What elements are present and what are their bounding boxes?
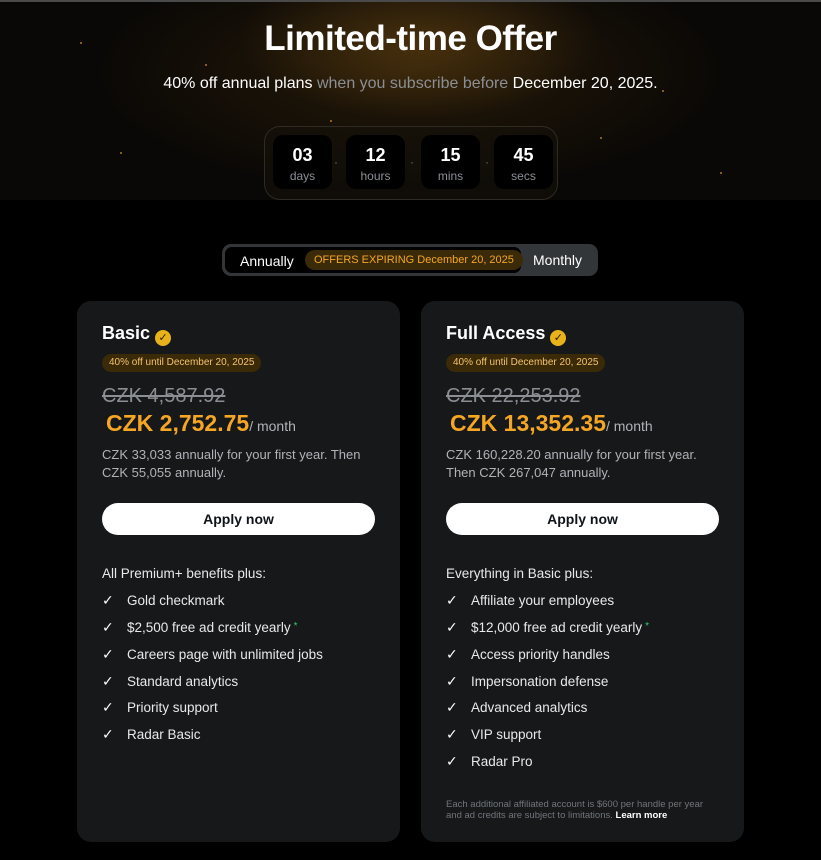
check-icon: ✓ — [446, 592, 458, 608]
billing-period-toggle: Annually OFFERS EXPIRING December 20, 20… — [222, 244, 598, 276]
apply-now-button[interactable]: Apply now — [446, 503, 719, 535]
offer-subtitle: 40% off annual plans when you subscribe … — [0, 75, 821, 93]
features-intro: Everything in Basic plus: — [446, 566, 594, 581]
price-period: / month — [605, 418, 653, 434]
discount-badge: 40% off until December 20, 2025 — [446, 354, 606, 372]
check-icon: ✓ — [102, 726, 114, 742]
feature-label: Priority support — [127, 700, 218, 715]
footnote: Each additional affiliated account is $6… — [446, 799, 721, 821]
feature-label: Impersonation defense — [471, 674, 609, 689]
countdown-days: 03 days — [273, 135, 332, 189]
check-icon: ✓ — [446, 753, 458, 769]
check-icon: ✓ — [102, 619, 114, 635]
discount-badge: 40% off until December 20, 2025 — [102, 354, 262, 372]
feature-label: Radar Basic — [127, 727, 201, 742]
subtitle-date: December 20, 2025. — [512, 75, 658, 92]
check-icon: ✓ — [446, 619, 458, 635]
toggle-annually-label: Annually — [240, 253, 294, 269]
countdown-separator: · — [334, 155, 338, 169]
countdown-timer: 03 days · 12 hours · 15 mins · 45 secs — [264, 126, 558, 200]
offers-expiring-pill: OFFERS EXPIRING December 20, 2025 — [305, 250, 523, 270]
countdown-label: hours — [360, 169, 391, 183]
plan-name: Full Access ✓ — [446, 323, 567, 346]
feature-item: ✓ VIP support — [446, 726, 541, 743]
feature-item: ✓ Radar Pro — [446, 753, 533, 770]
verified-badge-icon: ✓ — [550, 330, 567, 346]
countdown-value: 12 — [365, 145, 386, 165]
features-intro: All Premium+ benefits plus: — [102, 566, 266, 581]
plan-card-full-access: Full Access ✓ 40% off until December 20, … — [421, 301, 744, 842]
original-price: CZK 4,587.92 — [102, 385, 226, 407]
feature-label: VIP support — [471, 727, 542, 742]
feature-label: Radar Pro — [471, 754, 533, 769]
feature-item: ✓ Radar Basic — [102, 726, 201, 743]
countdown-label: mins — [437, 169, 464, 183]
feature-label: $2,500 free ad credit yearly — [127, 620, 291, 635]
countdown-label: secs — [511, 169, 536, 183]
feature-item: ✓ Priority support — [102, 699, 218, 716]
feature-item: ✓ Gold checkmark — [102, 592, 225, 609]
subtitle-discount: 40% off annual plans — [163, 75, 313, 92]
discounted-price: CZK 2,752.75/ month — [106, 410, 296, 437]
countdown-mins: 15 mins — [421, 135, 480, 189]
plan-name-text: Basic — [102, 323, 151, 343]
countdown-value: 15 — [440, 145, 461, 165]
apply-now-button[interactable]: Apply now — [102, 503, 375, 535]
feature-label: Access priority handles — [471, 647, 610, 662]
feature-label: Advanced analytics — [471, 700, 588, 715]
countdown-separator: · — [410, 155, 414, 169]
countdown-value: 03 — [292, 145, 313, 165]
toggle-annually[interactable]: Annually OFFERS EXPIRING December 20, 20… — [225, 247, 523, 273]
countdown-separator: · — [485, 155, 489, 169]
feature-item: ✓ $2,500 free ad credit yearly * — [102, 619, 298, 636]
check-icon: ✓ — [446, 673, 458, 689]
countdown-secs: 45 secs — [494, 135, 553, 189]
feature-item: ✓ Advanced analytics — [446, 699, 587, 716]
check-icon: ✓ — [446, 726, 458, 742]
verified-badge-icon: ✓ — [155, 330, 172, 346]
footnote-asterisk: * — [293, 621, 298, 632]
check-icon: ✓ — [102, 646, 114, 662]
countdown-hours: 12 hours — [346, 135, 405, 189]
feature-item: ✓ Standard analytics — [102, 673, 238, 690]
discounted-price: CZK 13,352.35/ month — [450, 410, 653, 437]
feature-item: ✓ Careers page with unlimited jobs — [102, 646, 323, 663]
price-period: / month — [249, 418, 296, 434]
countdown-value: 45 — [513, 145, 534, 165]
feature-item: ✓ Access priority handles — [446, 646, 610, 663]
feature-label: Standard analytics — [127, 674, 239, 689]
feature-item: ✓ Impersonation defense — [446, 673, 608, 690]
plan-card-basic: Basic ✓ 40% off until December 20, 2025 C… — [77, 301, 400, 842]
check-icon: ✓ — [102, 592, 114, 608]
check-icon: ✓ — [102, 699, 114, 715]
feature-label: Careers page with unlimited jobs — [127, 647, 323, 662]
feature-item: ✓ $12,000 free ad credit yearly * — [446, 619, 649, 636]
check-icon: ✓ — [102, 673, 114, 689]
plan-name: Basic ✓ — [102, 323, 172, 346]
feature-label: Affiliate your employees — [471, 593, 615, 608]
check-icon: ✓ — [446, 646, 458, 662]
countdown-label: days — [289, 169, 316, 183]
page-title: Limited-time Offer — [264, 19, 557, 58]
feature-label: Gold checkmark — [127, 593, 225, 608]
footnote-asterisk: * — [645, 621, 650, 632]
price-amount: CZK 2,752.75 — [106, 410, 250, 436]
learn-more-link[interactable]: Learn more — [616, 810, 668, 821]
toggle-monthly[interactable]: Monthly — [533, 252, 582, 268]
feature-item: ✓ Affiliate your employees — [446, 592, 614, 609]
feature-label: $12,000 free ad credit yearly — [471, 620, 643, 635]
billing-description: CZK 33,033 annually for your first year.… — [102, 447, 361, 480]
billing-description: CZK 160,228.20 annually for your first y… — [446, 447, 697, 480]
check-icon: ✓ — [446, 699, 458, 715]
price-amount: CZK 13,352.35 — [450, 410, 606, 436]
hero-banner: Limited-time Offer 40% off annual plans … — [0, 0, 821, 200]
original-price: CZK 22,253.92 — [446, 385, 581, 407]
subtitle-mid: when you subscribe before — [312, 75, 513, 92]
plan-name-text: Full Access — [446, 323, 546, 343]
